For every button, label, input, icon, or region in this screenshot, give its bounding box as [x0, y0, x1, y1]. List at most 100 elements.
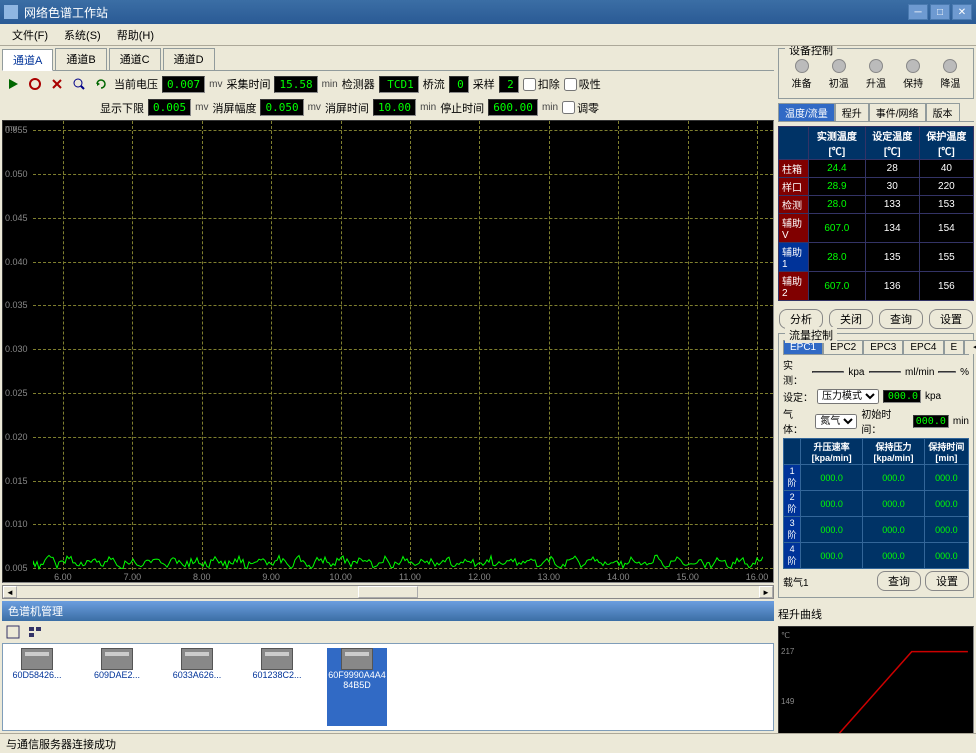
- tab-temp-flow[interactable]: 温度/流量: [778, 103, 835, 121]
- menu-file[interactable]: 文件(F): [4, 25, 56, 45]
- temp-cell: 154: [919, 214, 973, 243]
- file-item[interactable]: 609DAE2...: [87, 648, 147, 726]
- led-icon: [943, 59, 957, 73]
- temp-查询-button[interactable]: 查询: [879, 309, 923, 329]
- tab-channel-c[interactable]: 通道C: [109, 48, 161, 70]
- trim-amp-value[interactable]: 0.050: [260, 99, 303, 116]
- y-tick: 0.005: [5, 563, 28, 573]
- temp-分析-button[interactable]: 分析: [779, 309, 823, 329]
- file-icon: [341, 648, 373, 670]
- led-label: 初温: [829, 75, 849, 90]
- temp-row-label: 检测: [779, 196, 809, 214]
- sample-label: 采样: [473, 76, 495, 92]
- maximize-button[interactable]: □: [930, 4, 950, 20]
- play-icon[interactable]: [4, 75, 22, 93]
- flow-cell[interactable]: 000.0: [801, 517, 863, 543]
- flow-cell[interactable]: 000.0: [801, 491, 863, 517]
- status-message: 与通信服务器连接成功: [6, 736, 116, 752]
- deduct-checkbox[interactable]: 扣除: [523, 76, 560, 92]
- file-label: 609DAE2...: [94, 670, 140, 680]
- y-tick: 0.020: [5, 432, 28, 442]
- show-lower-value[interactable]: 0.005: [148, 99, 191, 116]
- file-label: 6033A626...: [173, 670, 222, 680]
- refresh-icon[interactable]: [92, 75, 110, 93]
- tab-channel-a[interactable]: 通道A: [2, 49, 53, 71]
- flow-tab-EPC4[interactable]: EPC4: [903, 340, 943, 354]
- acq-time-label: 采集时间: [226, 76, 270, 92]
- flow-cell[interactable]: 000.0: [863, 465, 925, 491]
- flow-real-label: 实测：: [783, 357, 808, 387]
- flow-cell[interactable]: 000.0: [863, 517, 925, 543]
- flow-tab-EPC3[interactable]: EPC3: [863, 340, 903, 354]
- flow-set-value[interactable]: 000.0: [883, 390, 921, 403]
- menu-system[interactable]: 系统(S): [56, 25, 109, 45]
- led-icon: [832, 59, 846, 73]
- stop-icon[interactable]: [48, 75, 66, 93]
- file-item[interactable]: 60F9990A4A484B5D: [327, 648, 387, 726]
- led-item: 升温: [866, 59, 886, 90]
- minimize-button[interactable]: ─: [908, 4, 928, 20]
- flow-cell[interactable]: 000.0: [924, 465, 968, 491]
- main-chart[interactable]: mv 0.0050.0100.0150.0200.0250.0300.0350.…: [2, 120, 774, 583]
- sample-value: 2: [499, 76, 519, 93]
- app-icon: [4, 5, 18, 19]
- x-tick: 8.00: [193, 572, 211, 582]
- y-tick: 0.050: [5, 169, 28, 179]
- stop-time-value[interactable]: 600.00: [488, 99, 538, 116]
- tab-channel-d[interactable]: 通道D: [163, 48, 215, 70]
- spectro-view-icon[interactable]: [4, 623, 22, 641]
- x-tick: 15.00: [676, 572, 699, 582]
- flow-cell[interactable]: 000.0: [801, 465, 863, 491]
- flow-control-group: 流量控制 EPC1EPC2EPC3EPC4E◄► 实测： kpa ml/min …: [778, 333, 974, 598]
- temp-cell: 40: [919, 160, 973, 178]
- flow-gas-select[interactable]: 氮气: [815, 414, 857, 429]
- scroll-thumb[interactable]: [358, 586, 418, 598]
- spectro-list-icon[interactable]: [26, 623, 44, 641]
- flow-tab-E[interactable]: E: [944, 340, 965, 354]
- flow-mode-select[interactable]: 压力模式: [817, 389, 879, 404]
- tab-events[interactable]: 事件/网络: [869, 103, 926, 121]
- flow-cell[interactable]: 000.0: [924, 491, 968, 517]
- chart-scrollbar[interactable]: ◄ ►: [2, 585, 774, 599]
- polarity-checkbox[interactable]: 吸性: [564, 76, 601, 92]
- scroll-left-icon[interactable]: ◄: [3, 586, 17, 598]
- flow-set-button[interactable]: 设置: [925, 571, 969, 591]
- trim-time-value[interactable]: 10.00: [373, 99, 416, 116]
- cur-voltage-value: 0.007: [162, 76, 205, 93]
- y-tick: 0.030: [5, 344, 28, 354]
- file-item[interactable]: 601238C2...: [247, 648, 307, 726]
- led-item: 保持: [903, 59, 923, 90]
- led-label: 降温: [940, 75, 960, 90]
- x-tick: 11.00: [399, 572, 421, 582]
- flow-init-time[interactable]: 000.0: [913, 415, 949, 428]
- flow-cell[interactable]: 000.0: [924, 517, 968, 543]
- tab-prog[interactable]: 程升: [835, 103, 869, 121]
- file-item[interactable]: 6033A626...: [167, 648, 227, 726]
- chart-signal: [33, 540, 763, 570]
- temp-cell: 155: [919, 243, 973, 272]
- temp-header: 保护温度 [℃]: [919, 127, 973, 160]
- flow-init-time-label: 初始时间：: [861, 406, 908, 436]
- flow-cell[interactable]: 000.0: [863, 491, 925, 517]
- flow-query-button[interactable]: 查询: [877, 571, 921, 591]
- cur-voltage-label: 当前电压: [114, 76, 158, 92]
- flow-cell[interactable]: 000.0: [863, 543, 925, 569]
- flow-stage: 1 阶: [784, 465, 801, 491]
- scroll-right-icon[interactable]: ►: [759, 586, 773, 598]
- flow-header: 保持压力 [kpa/min]: [863, 439, 925, 465]
- zero-checkbox[interactable]: 调零: [562, 100, 599, 116]
- menu-help[interactable]: 帮助(H): [109, 25, 162, 45]
- flow-cell[interactable]: 000.0: [924, 543, 968, 569]
- tab-version[interactable]: 版本: [926, 103, 960, 121]
- tab-channel-b[interactable]: 通道B: [55, 48, 106, 70]
- record-icon[interactable]: [26, 75, 44, 93]
- close-button[interactable]: ✕: [952, 4, 972, 20]
- zoom-icon[interactable]: [70, 75, 88, 93]
- temp-关闭-button[interactable]: 关闭: [829, 309, 873, 329]
- flow-tab-prev[interactable]: ◄: [964, 340, 976, 354]
- detector-label: 检测器: [342, 76, 375, 92]
- x-tick: 13.00: [538, 572, 561, 582]
- temp-设置-button[interactable]: 设置: [929, 309, 973, 329]
- file-item[interactable]: 60D58426...: [7, 648, 67, 726]
- flow-cell[interactable]: 000.0: [801, 543, 863, 569]
